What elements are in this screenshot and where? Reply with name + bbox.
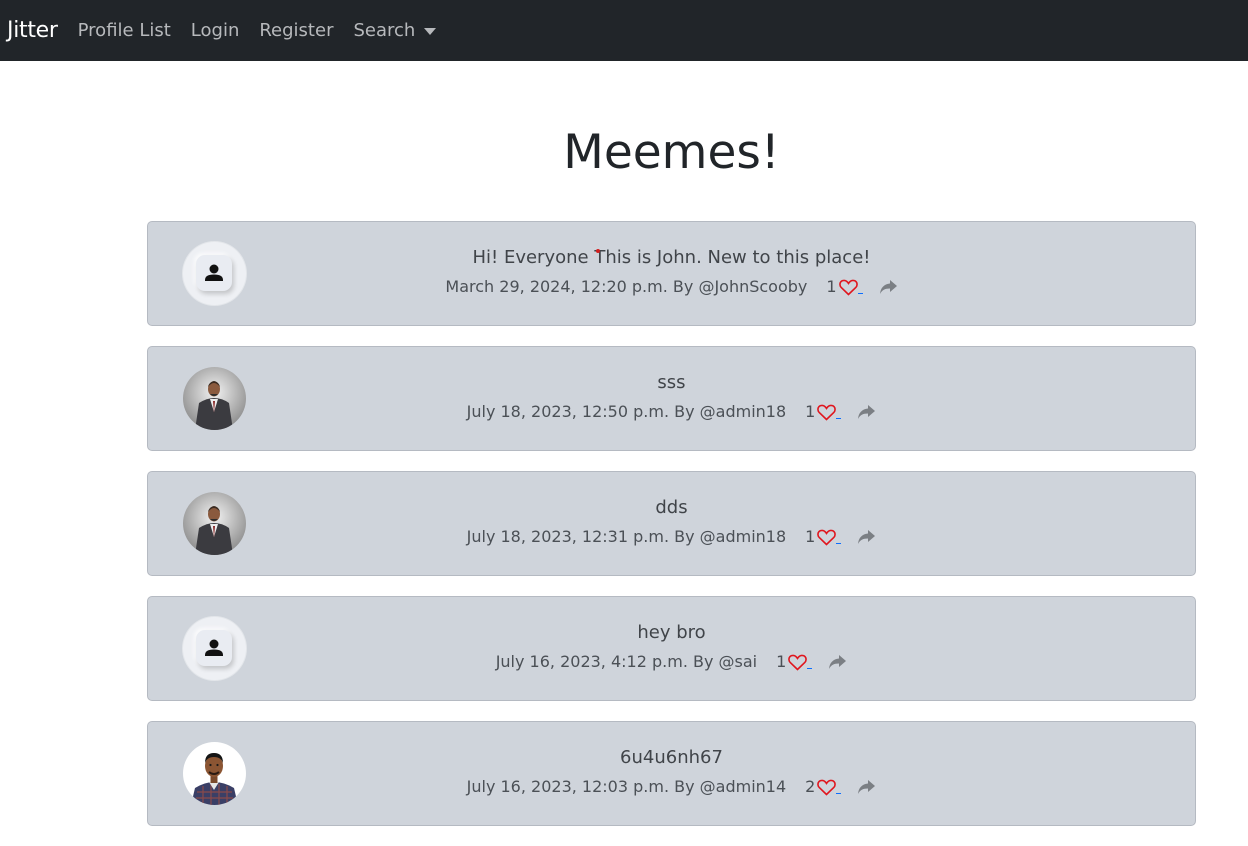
- user-icon: [205, 264, 223, 281]
- post-content: sss July 18, 2023, 12:50 p.m. By @admin1…: [388, 347, 955, 422]
- user-icon: [205, 639, 223, 656]
- post-date: July 18, 2023, 12:50 p.m.: [466, 402, 670, 421]
- post-text: 6u4u6nh67: [620, 747, 723, 768]
- avatar[interactable]: [183, 367, 246, 430]
- man-in-suit-photo: [183, 492, 246, 555]
- post-card: sss July 18, 2023, 12:50 p.m. By @admin1…: [147, 346, 1196, 451]
- man-in-suit-photo: [183, 367, 246, 430]
- post-text: dds: [655, 497, 688, 518]
- link-underline: [836, 542, 842, 544]
- like-count: 2: [805, 777, 816, 796]
- nav-search-label: Search: [353, 20, 416, 41]
- post-card: Hi! Everyone This is John. New to this p…: [147, 221, 1196, 326]
- nav-search-dropdown[interactable]: Search: [353, 20, 437, 41]
- post-author[interactable]: By @admin18: [674, 527, 786, 547]
- post-text: sss: [657, 372, 686, 393]
- post-meta: July 16, 2023, 4:12 p.m. By @sai 1: [388, 652, 955, 672]
- heart-icon[interactable]: [817, 779, 842, 796]
- post-date: July 16, 2023, 12:03 p.m.: [466, 777, 670, 796]
- post-text: Hi! Everyone This is John. New to this p…: [472, 247, 871, 268]
- heart-icon[interactable]: [817, 404, 842, 421]
- share-icon[interactable]: [857, 404, 876, 420]
- post-meta: July 18, 2023, 12:50 p.m. By @admin18 1: [388, 402, 955, 422]
- link-underline: [857, 292, 863, 294]
- link-underline: [836, 792, 842, 794]
- posts-list: Hi! Everyone This is John. New to this p…: [147, 221, 1196, 846]
- share-icon[interactable]: [828, 654, 847, 670]
- cursor-dot: [596, 249, 600, 253]
- share-icon[interactable]: [857, 529, 876, 545]
- post-date: March 29, 2024, 12:20 p.m.: [445, 277, 668, 296]
- like-group: 1: [826, 277, 863, 297]
- avatar[interactable]: [183, 242, 246, 305]
- post-date: July 18, 2023, 12:31 p.m.: [466, 527, 670, 546]
- post-card: hey bro July 16, 2023, 4:12 p.m. By @sai…: [147, 596, 1196, 701]
- like-count: 1: [826, 277, 837, 296]
- like-group: 1: [776, 652, 813, 672]
- top-navbar: Jitter Profile List Login Register Searc…: [0, 0, 1248, 61]
- post-meta: March 29, 2024, 12:20 p.m. By @JohnScoob…: [388, 277, 955, 297]
- user-icon-tile: [196, 630, 232, 666]
- heart-icon[interactable]: [817, 529, 842, 546]
- post-content: hey bro July 16, 2023, 4:12 p.m. By @sai…: [388, 597, 955, 672]
- post-card: 6u4u6nh67 July 16, 2023, 12:03 p.m. By @…: [147, 721, 1196, 826]
- post-content: dds July 18, 2023, 12:31 p.m. By @admin1…: [388, 472, 955, 547]
- post-author[interactable]: By @sai: [693, 652, 757, 672]
- post-content: Hi! Everyone This is John. New to this p…: [388, 222, 955, 297]
- post-author[interactable]: By @admin18: [674, 402, 786, 422]
- page-title: Meemes!: [563, 125, 780, 180]
- share-icon[interactable]: [857, 779, 876, 795]
- share-icon[interactable]: [879, 279, 898, 295]
- nav-login[interactable]: Login: [191, 20, 240, 41]
- heart-icon[interactable]: [838, 279, 863, 296]
- post-content: 6u4u6nh67 July 16, 2023, 12:03 p.m. By @…: [388, 722, 955, 797]
- link-underline: [807, 667, 813, 669]
- post-meta: July 16, 2023, 12:03 p.m. By @admin14 2: [388, 777, 955, 797]
- avatar[interactable]: [183, 742, 246, 805]
- caret-down-icon: [424, 28, 437, 35]
- nav-register[interactable]: Register: [259, 20, 333, 41]
- user-icon-tile: [196, 255, 232, 291]
- avatar[interactable]: [183, 492, 246, 555]
- like-group: 1: [805, 402, 842, 422]
- like-group: 2: [805, 777, 842, 797]
- avatar[interactable]: [183, 617, 246, 680]
- brand-logo[interactable]: Jitter: [7, 18, 58, 43]
- link-underline: [836, 417, 842, 419]
- like-count: 1: [805, 527, 816, 546]
- like-count: 1: [805, 402, 816, 421]
- post-meta: July 18, 2023, 12:31 p.m. By @admin18 1: [388, 527, 955, 547]
- young-man-photo: [183, 742, 246, 805]
- post-author[interactable]: By @admin14: [674, 777, 786, 797]
- post-author[interactable]: By @JohnScooby: [673, 277, 807, 297]
- like-count: 1: [776, 652, 787, 671]
- heart-icon[interactable]: [788, 654, 813, 671]
- like-group: 1: [805, 527, 842, 547]
- post-text: hey bro: [637, 622, 706, 643]
- post-card: dds July 18, 2023, 12:31 p.m. By @admin1…: [147, 471, 1196, 576]
- nav-profile-list[interactable]: Profile List: [78, 20, 171, 41]
- post-date: July 16, 2023, 4:12 p.m.: [495, 652, 688, 671]
